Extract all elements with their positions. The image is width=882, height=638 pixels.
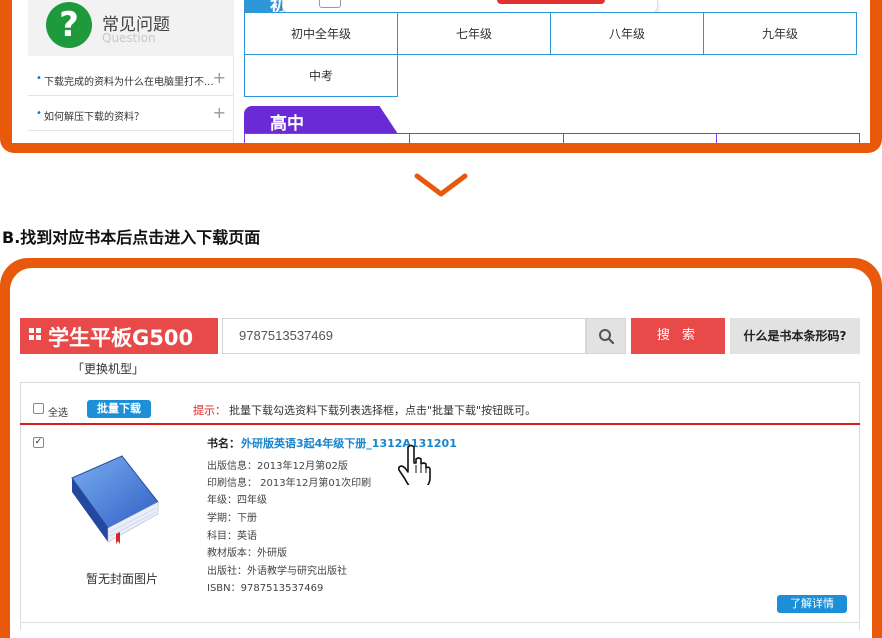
book-meta: 教材版本：外研版 [207, 548, 287, 559]
faq-item[interactable]: • 如何解压下载的资料？ + [28, 97, 234, 131]
search-button[interactable]: 搜 索 [631, 318, 725, 354]
plus-icon[interactable]: + [213, 68, 226, 87]
faq-item-text: 如何解压下载的资料？ [44, 112, 144, 123]
model-title-text: 学生平板G500 [48, 326, 194, 350]
grade-cell[interactable]: 七年级 [397, 12, 551, 55]
bullet-icon: • [36, 108, 42, 119]
search-icon [599, 329, 615, 345]
tab-senior-label: 高中 [270, 114, 304, 134]
faq-item[interactable]: • [28, 132, 234, 143]
change-model-link[interactable]: 「更换机型」 [72, 360, 144, 377]
faq-item[interactable]: • 下载完成的资料为什么在电脑里打不... + [28, 62, 234, 96]
no-cover-label: 暂无封面图片 [86, 572, 159, 586]
step-title: B.找到对应书本后点击进入下载页面 [2, 228, 261, 247]
tab-senior[interactable] [244, 106, 398, 134]
senior-grade-grid [244, 133, 860, 143]
search-input[interactable]: 9787513537469 [222, 318, 586, 354]
model-title: 学生平板G500 [20, 318, 218, 354]
book-meta: 出版信息：2013年12月第02版 [207, 461, 348, 472]
hand-cursor-icon [398, 444, 431, 485]
divider [20, 423, 860, 425]
book-meta: ISBN：9787513537469 [207, 583, 324, 594]
faq-subtitle: Question [102, 31, 156, 45]
select-all-checkbox[interactable] [33, 403, 44, 414]
question-icon: ? [46, 2, 92, 48]
grade-cell[interactable]: 九年级 [703, 12, 857, 55]
book-meta: 学期：下册 [207, 513, 257, 524]
select-all-label: 全选 [48, 408, 68, 419]
grade-cell[interactable]: 中考 [244, 54, 398, 97]
book-meta: 印刷信息： 2013年12月第01次印刷 [207, 478, 372, 489]
search-icon-button[interactable] [586, 318, 626, 354]
book-meta: 出版社：外语教学与研究出版社 [207, 566, 347, 577]
item-checkbox[interactable]: ✓ [33, 437, 44, 448]
grade-cell[interactable]: 八年级 [550, 12, 704, 55]
grade-cell[interactable]: 初中全年级 [244, 12, 398, 55]
bullet-icon: • [36, 73, 42, 84]
faq-item-text: 下载完成的资料为什么在电脑里打不... [44, 77, 214, 88]
popup-checkbox[interactable] [319, 0, 341, 8]
grid-divider [409, 133, 410, 143]
popup-button[interactable] [497, 0, 605, 4]
batch-download-button[interactable]: 批量下载 [87, 400, 151, 418]
grid-divider [716, 133, 717, 143]
barcode-help-button[interactable]: 什么是书本条形码? [730, 318, 860, 354]
book-meta: 科目：英语 [207, 531, 257, 542]
chevron-down-icon [414, 173, 468, 197]
divider [20, 622, 860, 623]
faq-panel: ? 常见问题 Question • 下载完成的资料为什么在电脑里打不... + … [28, 0, 234, 143]
top-panel: ? 常见问题 Question • 下载完成的资料为什么在电脑里打不... + … [12, 0, 870, 143]
detail-button[interactable]: 了解详情 [777, 595, 847, 613]
book-name-label: 书名： [207, 437, 240, 450]
tip-label: 提示： [193, 404, 226, 417]
faq-header: ? 常见问题 Question [28, 0, 234, 56]
book-meta: 年级：四年级 [207, 495, 267, 506]
plus-icon[interactable]: + [213, 103, 226, 122]
tip-text: 批量下载勾选资料下载列表选择框，点击"批量下载"按钮既可。 [229, 404, 537, 417]
grid-divider [563, 133, 564, 143]
book-cover-icon [71, 455, 159, 544]
junior-grade-grid: 初中全年级 七年级 八年级 九年级 中考 [244, 12, 860, 98]
grid-icon [29, 328, 42, 341]
